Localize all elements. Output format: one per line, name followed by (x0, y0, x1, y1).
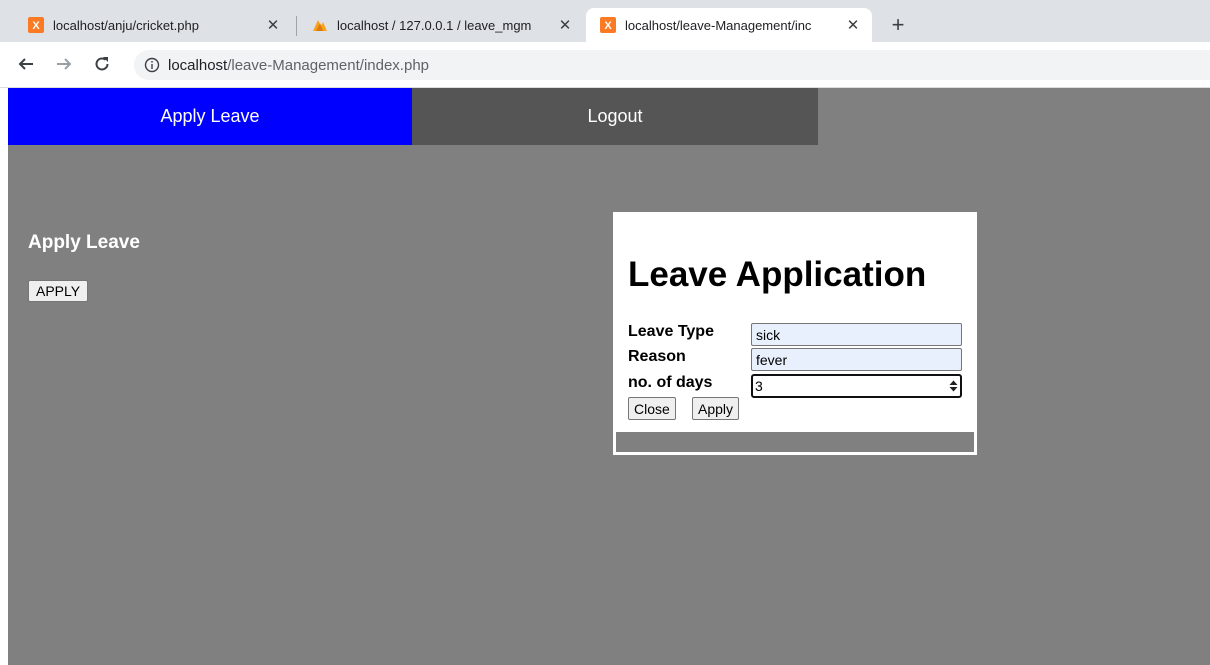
days-label: no. of days (628, 374, 713, 391)
leave-type-input[interactable] (751, 323, 962, 346)
tab-title: localhost/leave-Management/inc (625, 17, 812, 33)
url-path: /leave-Management/index.php (227, 56, 429, 74)
browser-tab-phpmyadmin[interactable]: localhost / 127.0.0.1 / leave_mgm ✕ (298, 8, 584, 42)
xampp-icon: X (28, 17, 44, 33)
browser-tab-cricket[interactable]: X localhost/anju/cricket.php ✕ (14, 8, 292, 42)
top-nav: Apply Leave Logout (8, 88, 818, 145)
days-input[interactable] (753, 378, 946, 394)
address-bar[interactable]: localhost/leave-Management/index.php (134, 50, 1210, 80)
browser-toolbar: localhost/leave-Management/index.php (0, 42, 1210, 88)
reason-label: Reason (628, 348, 686, 365)
page-body: Apply Leave Logout Apply Leave APPLY Lea… (8, 88, 1210, 665)
forward-arrow-icon[interactable] (52, 52, 76, 76)
reason-input[interactable] (751, 348, 962, 371)
leave-application-modal: Leave Application Leave Type Reason no. … (613, 212, 977, 455)
new-tab-button[interactable]: + (885, 12, 911, 38)
tab-separator (296, 16, 297, 36)
back-arrow-icon[interactable] (14, 52, 38, 76)
close-icon[interactable]: ✕ (556, 16, 574, 34)
svg-text:X: X (604, 20, 612, 32)
close-button[interactable]: Close (628, 397, 676, 420)
spinner-arrows-icon[interactable] (946, 377, 960, 395)
phpmyadmin-icon (312, 17, 328, 33)
leave-type-label: Leave Type (628, 323, 714, 340)
modal-title: Leave Application (628, 255, 927, 294)
info-icon[interactable] (144, 57, 160, 73)
nav-apply-leave[interactable]: Apply Leave (8, 88, 412, 145)
close-icon[interactable]: ✕ (844, 16, 862, 34)
apply-button[interactable]: APPLY (28, 280, 89, 302)
xampp-icon: X (600, 17, 616, 33)
close-icon[interactable]: ✕ (264, 16, 282, 34)
nav-logout[interactable]: Logout (412, 88, 818, 145)
modal-footer (616, 432, 974, 452)
days-number-field[interactable] (751, 374, 962, 398)
url-host: localhost (168, 56, 228, 74)
section-title: Apply Leave (28, 232, 140, 253)
tab-title: localhost / 127.0.0.1 / leave_mgm (337, 17, 532, 33)
browser-tabstrip: X localhost/anju/cricket.php ✕ localhost… (0, 0, 1210, 42)
modal-apply-button[interactable]: Apply (692, 397, 740, 420)
svg-text:X: X (32, 20, 40, 32)
reload-icon[interactable] (90, 52, 114, 76)
tab-title: localhost/anju/cricket.php (53, 17, 199, 33)
browser-tab-leave-management[interactable]: X localhost/leave-Management/inc ✕ (586, 8, 872, 42)
